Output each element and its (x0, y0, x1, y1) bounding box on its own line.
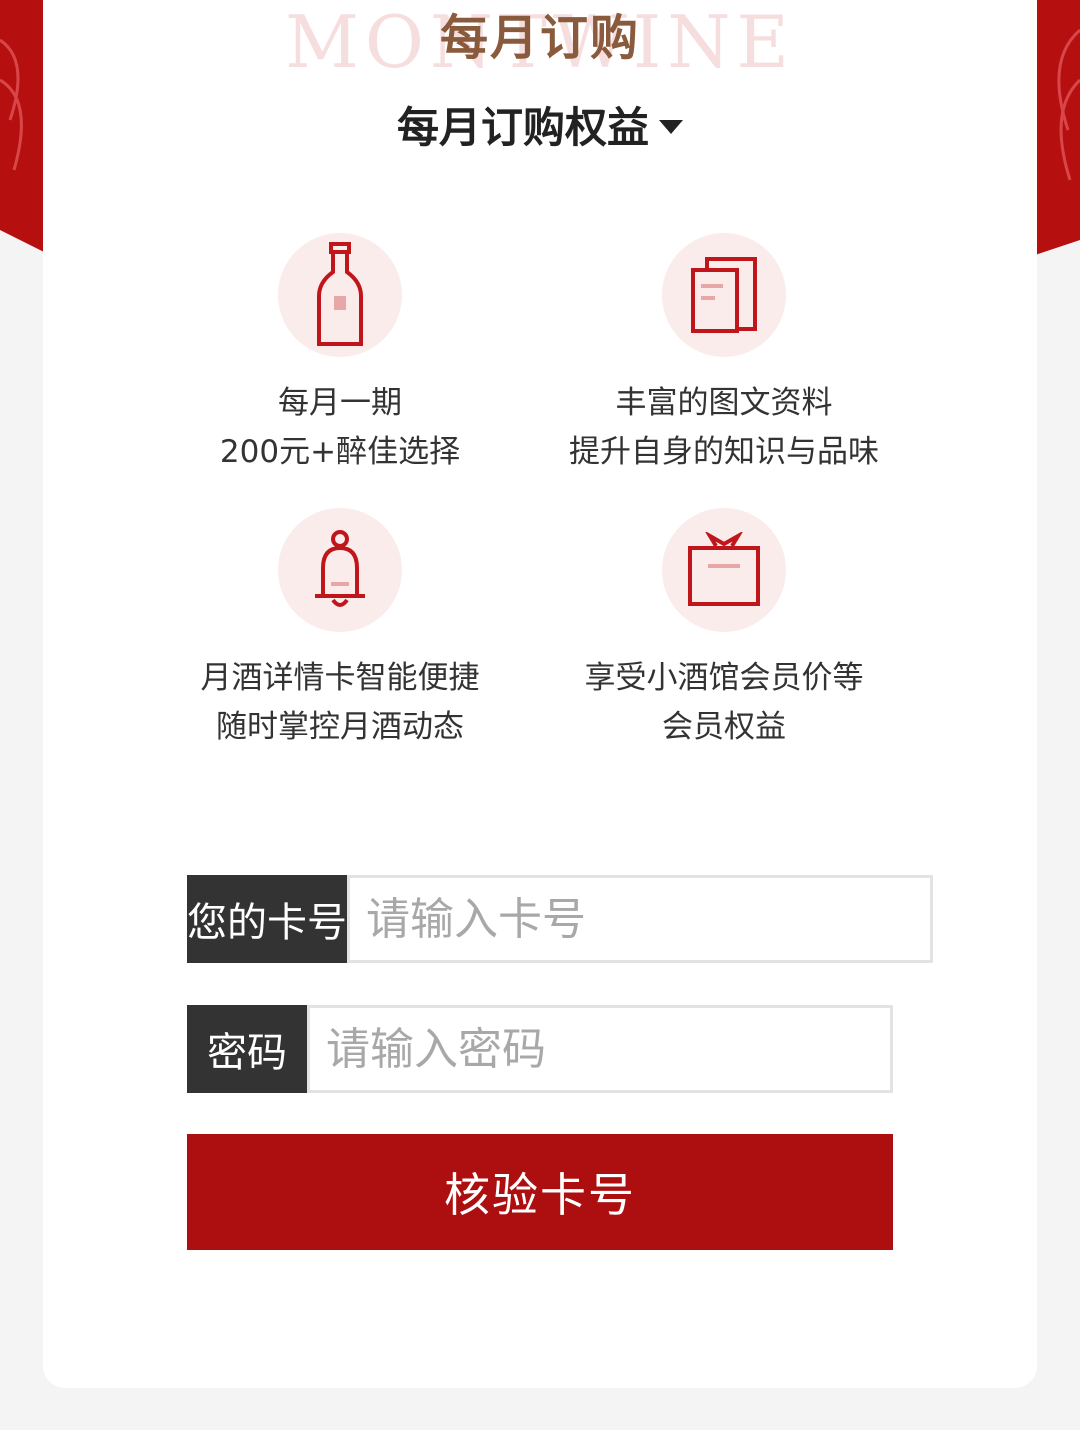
benefit-line: 月酒详情卡智能便捷 (200, 660, 480, 696)
bell-icon (278, 508, 402, 632)
benefit-line: 200元+醉佳选择 (219, 434, 461, 470)
logo-title: 每月订购 (439, 10, 640, 66)
benefit-smart-card: 月酒详情卡智能便捷 随时掌控月酒动态 (140, 508, 540, 752)
benefit-materials: 丰富的图文资料 提升自身的知识与品味 (524, 233, 924, 477)
password-label: 密码 (187, 1005, 307, 1093)
documents-icon (662, 233, 786, 357)
benefit-line: 提升自身的知识与品味 (569, 434, 879, 470)
section-title-text: 每月订购权益 (396, 103, 649, 152)
card-number-row: 您的卡号 (187, 875, 933, 963)
benefit-monthly-wine: 每月一期 200元+醉佳选择 (140, 233, 540, 477)
wine-bottle-icon (278, 233, 402, 357)
benefit-line: 会员权益 (662, 709, 786, 745)
benefits-card: MONTWINE 每月订购 每月订购权益 每月一期 200元+醉佳选择 丰富的图… (43, 0, 1037, 1388)
benefit-line: 享受小酒馆会员价等 (584, 660, 864, 696)
gift-box-icon (662, 508, 786, 632)
benefit-line: 随时掌控月酒动态 (216, 709, 464, 745)
verify-card-button[interactable]: 核验卡号 (187, 1134, 893, 1250)
benefit-line: 丰富的图文资料 (615, 385, 833, 421)
password-input[interactable] (307, 1005, 893, 1093)
section-title[interactable]: 每月订购权益 (43, 98, 1037, 158)
caret-down-icon (659, 119, 683, 134)
benefit-member-price: 享受小酒馆会员价等 会员权益 (524, 508, 924, 752)
card-number-label: 您的卡号 (187, 875, 347, 963)
password-row: 密码 (187, 1005, 893, 1093)
card-number-input[interactable] (347, 875, 933, 963)
benefit-line: 每月一期 (278, 385, 402, 421)
